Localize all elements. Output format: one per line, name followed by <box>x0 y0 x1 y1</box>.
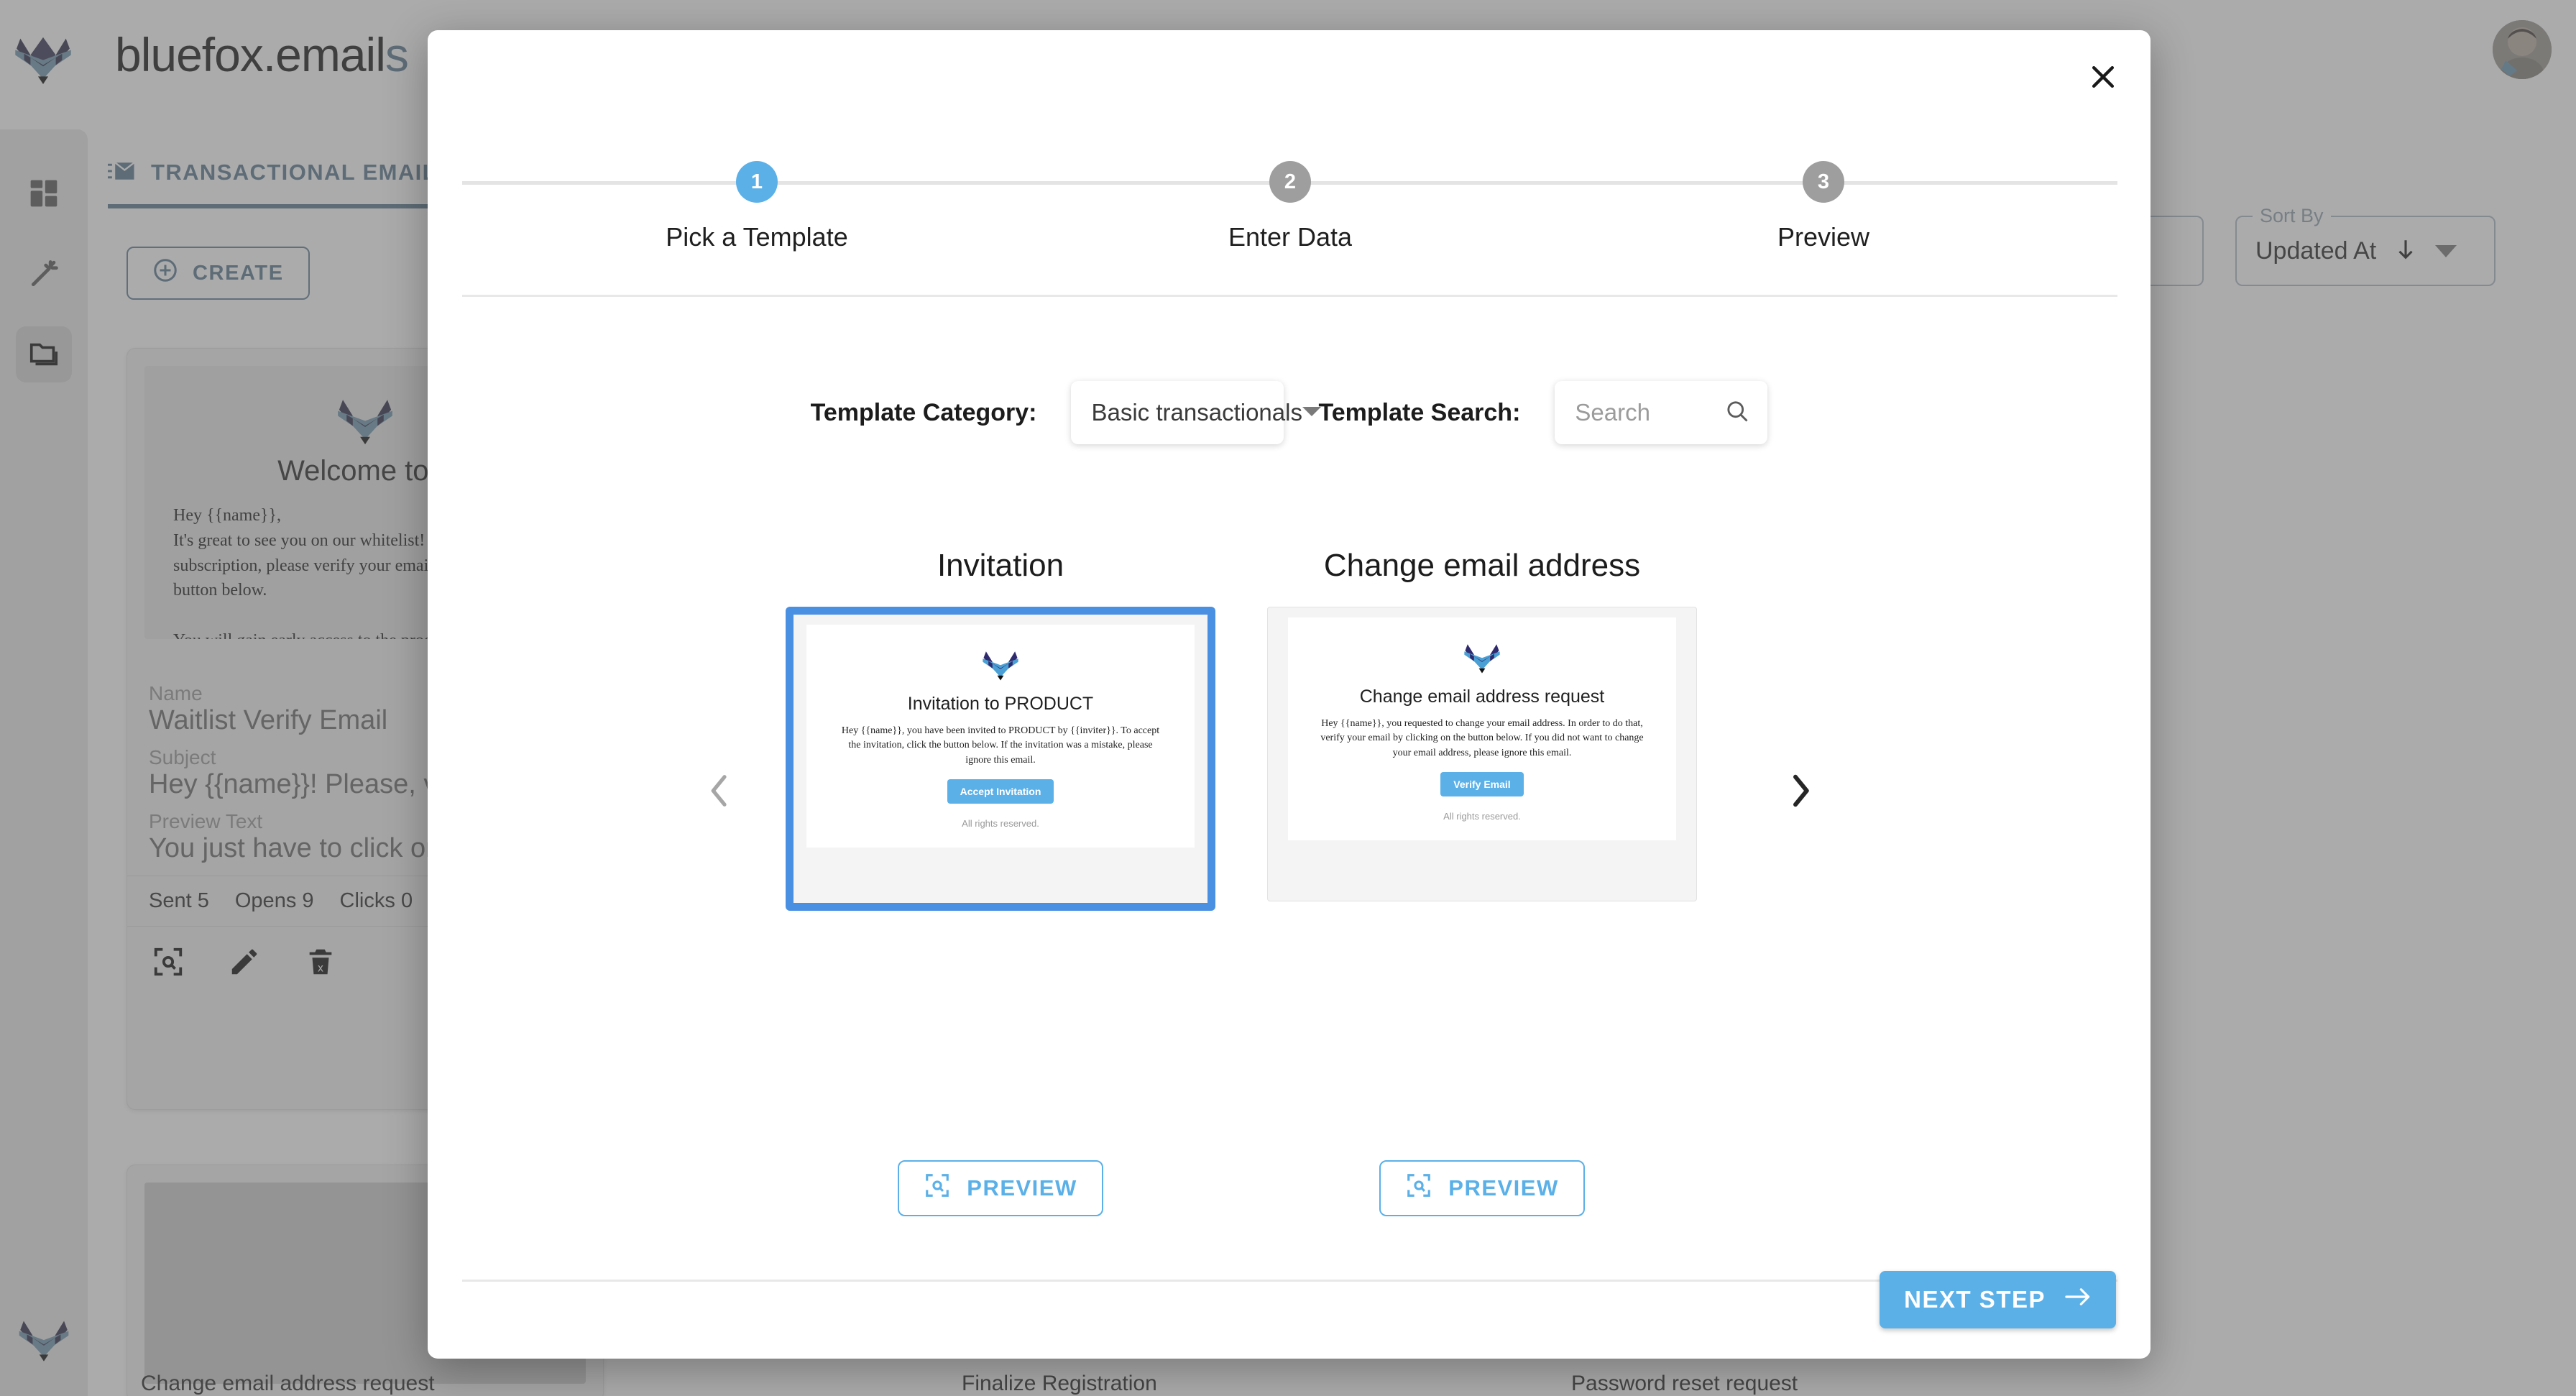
preview-button-label: PREVIEW <box>1448 1175 1559 1200</box>
wizard-stepper: 1 Pick a Template 2 Enter Data 3 Preview <box>462 145 2117 253</box>
template-search-box[interactable] <box>1555 381 1768 444</box>
preview-button-row: PREVIEW PREVIEW <box>786 1160 1697 1216</box>
search-icon[interactable] <box>1724 398 1750 428</box>
email-preview-text: Hey {{name}}, you requested to change yo… <box>1320 718 1644 758</box>
template-category-select[interactable]: Basic transactionals <box>1071 381 1321 444</box>
template-search-label: Template Search: <box>1318 398 1521 426</box>
arrow-right-icon <box>2064 1286 2092 1313</box>
template-title: Change email address <box>1323 548 1641 583</box>
preview-button-invitation[interactable]: PREVIEW <box>898 1160 1103 1216</box>
step-1-dot: 1 <box>736 161 778 203</box>
step-3[interactable]: 3 Preview <box>1716 145 1931 252</box>
template-carousel: Invitation Invitation to PRODUCT Hey {{n… <box>428 548 2150 1094</box>
template-card-invitation[interactable]: Invitation Invitation to PRODUCT Hey {{n… <box>786 548 1215 911</box>
email-preview-heading: Invitation to PRODUCT <box>907 694 1094 714</box>
close-button[interactable] <box>2076 50 2130 105</box>
email-preview-footer: All rights reserved. <box>962 817 1039 829</box>
template-category-value: Basic transactionals <box>1091 399 1302 426</box>
preview-button-label: PREVIEW <box>967 1175 1077 1200</box>
preview-cell: PREVIEW <box>786 1160 1215 1216</box>
bluefox-logo-icon <box>983 651 1018 681</box>
template-thumbnail-selected[interactable]: Invitation to PRODUCT Hey {{name}}, you … <box>786 607 1215 911</box>
bluefox-logo-icon <box>1464 644 1500 674</box>
step-2-label: Enter Data <box>1228 222 1353 252</box>
template-card-list: Invitation Invitation to PRODUCT Hey {{n… <box>786 548 1697 911</box>
template-thumbnail[interactable]: Change email address request Hey {{name}… <box>1267 607 1697 901</box>
chevron-right-icon <box>1785 771 1816 814</box>
search-input[interactable] <box>1575 399 1719 426</box>
next-step-label: NEXT STEP <box>1904 1286 2046 1313</box>
step-3-label: Preview <box>1777 222 1870 252</box>
template-card-change-email-address[interactable]: Change email address Change email addres… <box>1267 548 1697 911</box>
template-category-label: Template Category: <box>810 398 1037 426</box>
email-preview-footer: All rights reserved. <box>1443 810 1521 822</box>
preview-cell: PREVIEW <box>1267 1160 1697 1216</box>
preview-button-change-email-address[interactable]: PREVIEW <box>1379 1160 1585 1216</box>
template-filters: Template Category: Basic transactionals … <box>428 381 2150 444</box>
stepper-divider <box>462 295 2117 297</box>
pick-template-modal: 1 Pick a Template 2 Enter Data 3 Preview… <box>428 30 2150 1359</box>
chevron-left-icon <box>704 771 735 814</box>
step-1-label: Pick a Template <box>666 222 848 252</box>
step-2[interactable]: 2 Enter Data <box>1182 145 1398 252</box>
email-preview-body: Invitation to PRODUCT Hey {{name}}, you … <box>806 625 1195 848</box>
preview-scan-icon <box>924 1172 951 1205</box>
carousel-prev-button[interactable] <box>691 763 748 821</box>
email-preview-cta: Verify Email <box>1440 771 1524 796</box>
email-preview-text: Hey {{name}}, you have been invited to P… <box>841 725 1160 766</box>
next-step-button[interactable]: NEXT STEP <box>1880 1271 2116 1328</box>
email-preview-cta: Accept Invitation <box>947 779 1054 804</box>
email-preview-body: Change email address request Hey {{name}… <box>1288 617 1676 840</box>
step-3-dot: 3 <box>1803 161 1844 203</box>
step-2-dot: 2 <box>1269 161 1311 203</box>
preview-scan-icon <box>1405 1172 1432 1205</box>
close-x-icon <box>2087 61 2119 95</box>
footer-divider <box>462 1280 2117 1282</box>
email-preview-heading: Change email address request <box>1359 686 1605 707</box>
carousel-next-button[interactable] <box>1772 763 1829 821</box>
step-1[interactable]: 1 Pick a Template <box>649 145 865 252</box>
template-title: Invitation <box>937 548 1064 583</box>
template-thumbnail-inner: Invitation to PRODUCT Hey {{name}}, you … <box>794 615 1208 903</box>
template-thumbnail-inner: Change email address request Hey {{name}… <box>1268 607 1696 901</box>
